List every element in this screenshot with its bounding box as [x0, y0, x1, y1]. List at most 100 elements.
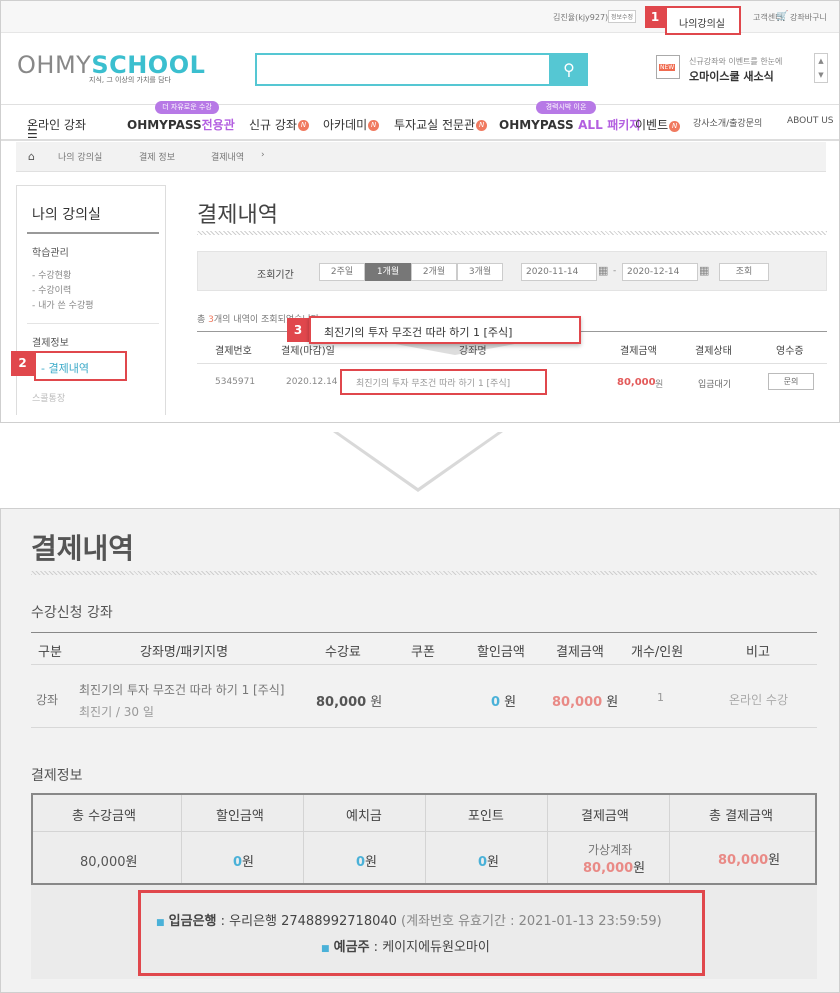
menu-icon: ☰: [27, 127, 38, 141]
period-chip-3m[interactable]: 3개월: [457, 263, 503, 281]
new-dot-icon: N: [297, 120, 309, 131]
cart-icon[interactable]: 🛒: [776, 11, 788, 22]
payment-method: 가상계좌: [588, 843, 633, 857]
date-to-input[interactable]: 2020-12-14: [622, 263, 698, 281]
detail-title: 결제내역: [31, 532, 135, 565]
nav-all-courses[interactable]: ☰ 온라인 강좌: [27, 116, 86, 141]
period-chip-2m[interactable]: 2개월: [411, 263, 457, 281]
summary-deposit: 0원: [356, 851, 377, 870]
period-chip-1m[interactable]: 1개월: [365, 263, 411, 281]
bullet-icon: ■: [156, 918, 165, 928]
row-count: 1: [657, 691, 664, 704]
payment-status: 입금대기: [698, 380, 732, 390]
logo-tagline: 지식, 그 이상의 가치를 담다: [89, 76, 171, 84]
search-input[interactable]: [255, 53, 551, 86]
sidebar-item-reviews[interactable]: - 내가 쓴 수강평: [32, 298, 94, 311]
chevron-right-icon: ›: [261, 150, 265, 160]
top-screenshot: 김진율(kjy927)님 정보수정 고객센터 🛒 강좌바구니 1 나의강의실 O…: [0, 0, 840, 423]
row-discount: 0 원: [491, 691, 516, 710]
detail-title-underline: [31, 571, 817, 575]
col-header: 결제금액: [620, 346, 657, 357]
promo-title[interactable]: 오마이스쿨 새소식: [689, 68, 774, 84]
news-icon: NEW: [656, 55, 680, 79]
calendar-icon[interactable]: ▦: [699, 264, 709, 277]
holder-label: 예금주: [333, 940, 370, 955]
cart-link[interactable]: 강좌바구니: [790, 12, 827, 23]
nav-academy[interactable]: 아카데미 N: [323, 116, 380, 133]
nav-invest[interactable]: 투자교실 전문관 N: [394, 116, 488, 133]
new-dot-icon: N: [669, 120, 681, 132]
col-header: 강좌명/패키지명: [140, 645, 229, 660]
down-arrow-inner: [338, 432, 498, 488]
search-period-button[interactable]: 조회: [719, 263, 769, 281]
info-edit-button[interactable]: 정보수정: [608, 10, 637, 23]
col-header: 결제금액: [556, 645, 604, 660]
user-name: 김진율(kjy927)님: [553, 13, 616, 22]
nav-lecturer[interactable]: 강사소개/출강문의: [693, 116, 762, 129]
logo-part1: OHMY: [17, 51, 92, 79]
date-from-input[interactable]: 2020-11-14: [521, 263, 597, 281]
won-unit: 원: [487, 855, 500, 870]
won-unit: 원: [242, 855, 255, 870]
nav-event[interactable]: 이벤트 N: [635, 116, 681, 133]
summary-header: 결제금액: [581, 809, 629, 824]
summary-header: 총 수강금액: [72, 809, 136, 824]
course-name-link[interactable]: 최진기의 투자 무조건 따라 하기 1 [주식]: [340, 369, 547, 395]
sidebar-item-payment-history[interactable]: - 결제내역: [34, 351, 127, 381]
nav-ohmypass-all[interactable]: OHMYPASS ALL 패키지: [499, 116, 640, 133]
breadcrumb-item[interactable]: 결제내역: [211, 150, 244, 163]
receipt-button[interactable]: 문의: [768, 373, 814, 390]
won-unit: 원: [633, 861, 646, 876]
my-classroom-link[interactable]: 나의강의실: [665, 6, 741, 35]
callout-number-2: 2: [11, 351, 34, 376]
nav-about[interactable]: ABOUT US: [787, 116, 834, 126]
won-unit: 원: [500, 695, 517, 710]
home-icon[interactable]: ⌂: [28, 150, 35, 163]
promo-small-text: 신규강좌와 이벤트를 한눈에: [689, 57, 783, 66]
calendar-icon[interactable]: ▦: [598, 264, 608, 277]
promo-scroll-arrows[interactable]: ▲ ▼: [814, 53, 828, 83]
row-discount-value: 0: [491, 695, 501, 710]
date-separator: -: [613, 266, 617, 276]
summary-discount: 0원: [233, 851, 254, 870]
payment-no: 5345971: [215, 377, 256, 387]
callout-number-3: 3: [287, 318, 309, 342]
nav-ohmypass[interactable]: OHMYPASS전용관: [127, 116, 235, 133]
summary-point: 0원: [478, 851, 499, 870]
bank-info-highlight: ■ 입금은행 : 우리은행 27488992718040 (계좌번호 유효기간 …: [138, 890, 705, 976]
new-dot-icon: N: [368, 120, 380, 131]
bank-label: 입금은행: [168, 914, 217, 929]
breadcrumb: ⌂ 나의 강의실 결제 정보 결제내역 ›: [16, 142, 826, 172]
sidebar-section-study: 학습관리: [32, 248, 69, 259]
detail-screenshot: 결제내역 수강신청 강좌 구분 강좌명/패키지명 수강료 쿠폰 할인금액 결제금…: [0, 508, 840, 993]
new-dot-icon: N: [476, 120, 488, 131]
row-note: 온라인 수강: [729, 693, 789, 707]
holder-line: ■ 예금주 : 케이지에듀원오마이: [321, 936, 490, 955]
row-course-sub: 최진기 / 30 일: [79, 705, 154, 719]
nav-new-courses[interactable]: 신규 강좌 N: [249, 116, 309, 133]
col-header: 결제상태: [695, 346, 732, 357]
filter-label: 조회기간: [257, 270, 294, 281]
section-payment-title: 결제정보: [31, 768, 83, 784]
col-header: 수강료: [325, 645, 361, 660]
sidebar-item-next[interactable]: 스콜통장: [32, 391, 65, 404]
breadcrumb-item[interactable]: 나의 강의실: [58, 150, 102, 163]
discount-value: 0: [233, 855, 243, 870]
total-pay-value: 80,000: [718, 853, 769, 868]
sidebar-item-history[interactable]: - 수강이력: [32, 283, 71, 296]
payment-amount: 80,000: [617, 377, 656, 388]
title-underline: [197, 231, 827, 235]
search-button[interactable]: ⚲: [550, 53, 588, 86]
summary-prefix: 총: [197, 315, 209, 325]
summary-header: 할인금액: [216, 809, 264, 824]
breadcrumb-item[interactable]: 결제 정보: [139, 150, 175, 163]
summary-total-fee: 80,000원: [80, 851, 137, 870]
summary-header: 포인트: [468, 809, 504, 824]
won-unit: 원: [366, 695, 383, 710]
sidebar-item-status[interactable]: - 수강현황: [32, 268, 71, 281]
row-type: 강좌: [36, 693, 59, 707]
won-unit: 원: [768, 853, 781, 868]
nav-invest-label: 투자교실 전문관: [394, 118, 476, 132]
summary-total-pay: 80,000원: [718, 849, 780, 868]
period-chip-2w[interactable]: 2주일: [319, 263, 365, 281]
